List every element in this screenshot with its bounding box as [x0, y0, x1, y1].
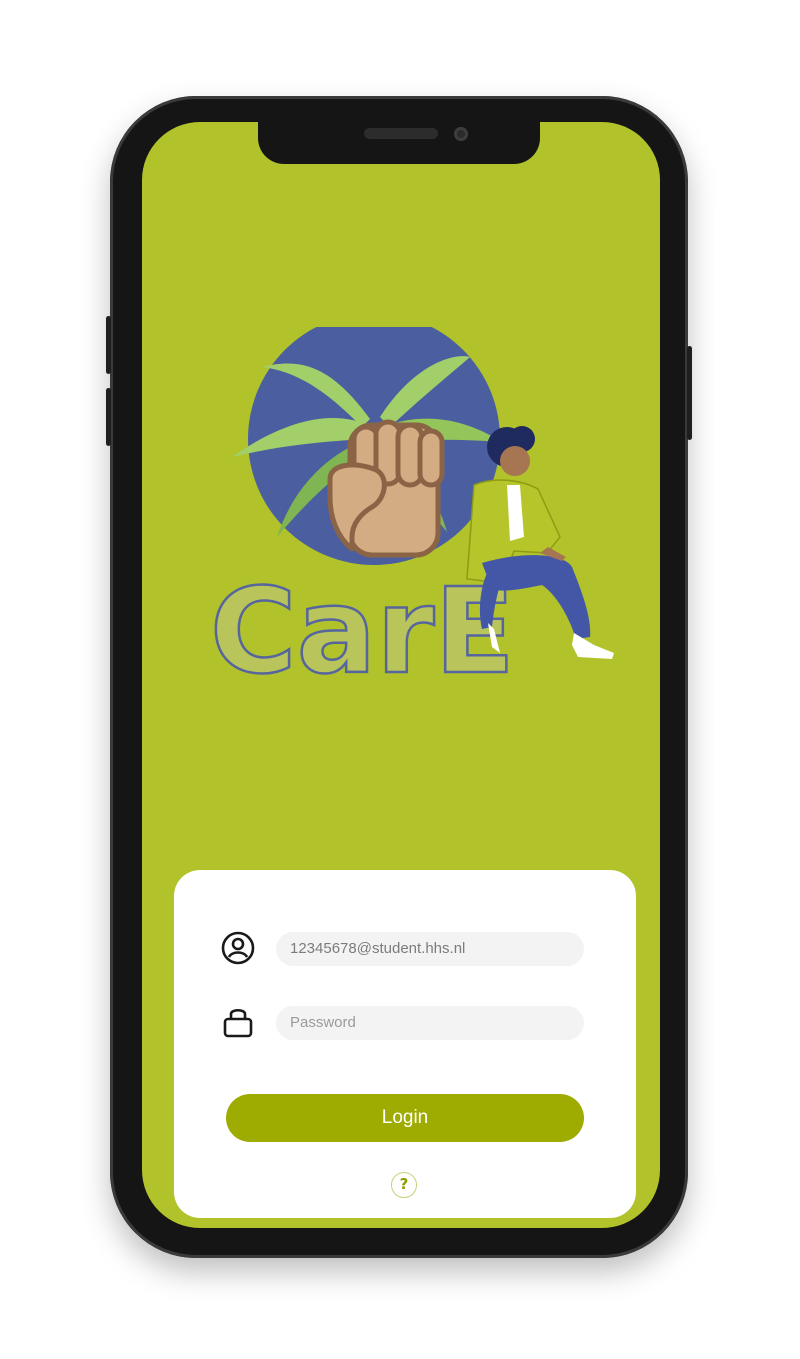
phone-volume-button [106, 316, 111, 374]
login-card: 12345678@student.hhs.nl Password Login ? [174, 870, 636, 1218]
email-field[interactable]: 12345678@student.hhs.nl [276, 932, 584, 966]
phone-power-button [687, 346, 692, 440]
phone-volume-button [106, 388, 111, 446]
phone-screen: CarE 12345678@student.hhs.nl Password Lo… [142, 122, 660, 1228]
care-logo-illustration: CarE [209, 313, 614, 701]
care-logo: CarE [202, 313, 622, 701]
user-circle-icon [221, 931, 255, 965]
brand-text: CarE [210, 562, 515, 687]
lock-icon [223, 1008, 253, 1038]
login-button[interactable]: Login [226, 1094, 584, 1142]
phone-notch [258, 122, 540, 164]
camera-icon [454, 127, 468, 141]
password-field[interactable]: Password [276, 1006, 584, 1040]
speaker-grille [364, 128, 438, 139]
help-icon[interactable]: ? [391, 1172, 417, 1198]
